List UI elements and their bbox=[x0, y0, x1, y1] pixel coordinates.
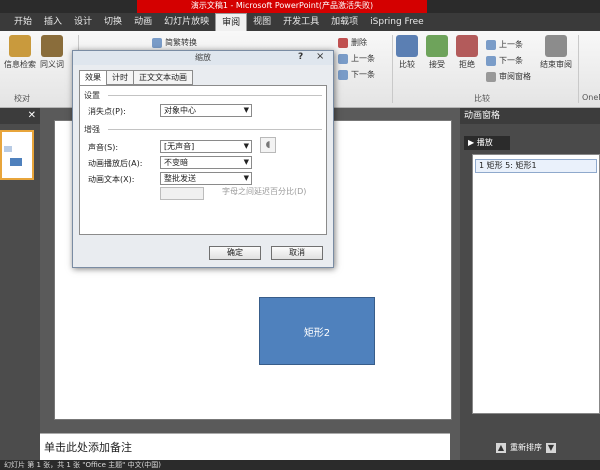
play-button[interactable]: ▶ 播放 bbox=[464, 136, 510, 150]
next-icon bbox=[486, 55, 496, 66]
help-icon[interactable]: ? bbox=[298, 52, 303, 62]
research-icon bbox=[9, 35, 31, 57]
tab-animations[interactable]: 动画 bbox=[128, 13, 158, 31]
group-separator bbox=[578, 35, 579, 103]
reviewing-pane-button[interactable]: 审阅窗格 bbox=[486, 71, 531, 82]
tab-design[interactable]: 设计 bbox=[68, 13, 98, 31]
compare-button[interactable]: 比较 bbox=[396, 35, 418, 70]
tab-view[interactable]: 视图 bbox=[247, 13, 277, 31]
group-label-compare: 比较 bbox=[474, 94, 490, 103]
section-settings: 设置 bbox=[84, 91, 100, 100]
tab-insert[interactable]: 插入 bbox=[38, 13, 68, 31]
reject-icon bbox=[456, 35, 478, 57]
animation-item[interactable]: 1 矩形 5: 矩形1 bbox=[475, 159, 597, 173]
chevron-down-icon: ▼ bbox=[243, 174, 249, 182]
tab-text-animation[interactable]: 正文文本动画 bbox=[133, 70, 193, 85]
tab-home[interactable]: 开始 bbox=[8, 13, 38, 31]
animation-pane: 动画窗格 ▶ 播放 1 矩形 5: 矩形1 ▲ 重新排序 ▼ bbox=[460, 108, 600, 460]
thesaurus-button[interactable]: 同义词 bbox=[40, 35, 64, 70]
move-down-icon[interactable]: ▼ bbox=[546, 442, 556, 453]
close-pane-icon[interactable]: ✕ bbox=[0, 108, 40, 124]
group-label-proofing: 校对 bbox=[14, 94, 30, 103]
chevron-down-icon: ▼ bbox=[243, 158, 249, 166]
reorder-controls: ▲ 重新排序 ▼ bbox=[496, 442, 556, 453]
sound-label: 声音(S): bbox=[88, 143, 119, 152]
delete-comment-button[interactable]: 删除 bbox=[338, 37, 367, 48]
tab-timing[interactable]: 计时 bbox=[106, 70, 134, 85]
animation-list: 1 矩形 5: 矩形1 bbox=[472, 154, 600, 414]
slide-thumbnail-pane: ✕ bbox=[0, 108, 40, 460]
next-comment-button[interactable]: 下一条 bbox=[338, 69, 375, 80]
tab-ispring[interactable]: iSpring Free bbox=[364, 13, 430, 31]
reorder-label: 重新排序 bbox=[510, 443, 542, 452]
divider bbox=[108, 95, 322, 96]
effect-options-dialog: 缩放 ? × 效果 计时 正文文本动画 设置 消失点(P): 对象中心 ▼ 增强… bbox=[72, 50, 334, 268]
title-bar: 演示文稿1 - Microsoft PowerPoint(产品激活失败) bbox=[0, 0, 600, 13]
tab-addins[interactable]: 加载项 bbox=[325, 13, 364, 31]
slide-thumbnail[interactable] bbox=[0, 130, 34, 180]
tab-transitions[interactable]: 切换 bbox=[98, 13, 128, 31]
dialog-title: 缩放 bbox=[73, 51, 333, 65]
rectangle-shape[interactable]: 矩形2 bbox=[259, 297, 375, 365]
thesaurus-icon bbox=[41, 35, 63, 57]
accept-icon bbox=[426, 35, 448, 57]
tab-developer[interactable]: 开发工具 bbox=[277, 13, 325, 31]
chevron-down-icon: ▼ bbox=[243, 142, 249, 150]
close-icon[interactable]: × bbox=[316, 51, 324, 62]
chevron-down-icon: ▼ bbox=[243, 106, 249, 114]
ok-button[interactable]: 确定 bbox=[209, 246, 261, 260]
ribbon-tabs: 开始 插入 设计 切换 动画 幻灯片放映 审阅 视图 开发工具 加载项 iSpr… bbox=[0, 13, 600, 31]
tab-slideshow[interactable]: 幻灯片放映 bbox=[158, 13, 215, 31]
previous-change-button[interactable]: 上一条 bbox=[486, 39, 523, 50]
compare-icon bbox=[396, 35, 418, 57]
after-animation-label: 动画播放后(A): bbox=[88, 159, 143, 168]
pane-icon bbox=[486, 71, 496, 82]
next-change-button[interactable]: 下一条 bbox=[486, 55, 523, 66]
convert-icon bbox=[152, 37, 162, 48]
thumbnail-shape bbox=[10, 158, 22, 166]
reject-button[interactable]: 拒绝 bbox=[456, 35, 478, 70]
animate-text-label: 动画文本(X): bbox=[88, 175, 135, 184]
animate-text-select[interactable]: 整批发送 ▼ bbox=[160, 172, 252, 185]
group-separator bbox=[392, 35, 393, 103]
simplified-traditional-button[interactable]: 简繁转换 bbox=[152, 37, 197, 48]
end-review-icon bbox=[545, 35, 567, 57]
previous-icon bbox=[486, 39, 496, 50]
previous-icon bbox=[338, 53, 348, 64]
vanishing-point-select[interactable]: 对象中心 ▼ bbox=[160, 104, 252, 117]
dialog-body: 设置 消失点(P): 对象中心 ▼ 增强 声音(S): [无声音] ▼ ◖ 动画… bbox=[79, 85, 327, 235]
after-animation-select[interactable]: 不变暗 ▼ bbox=[160, 156, 252, 169]
animation-pane-title: 动画窗格 bbox=[460, 108, 600, 124]
end-review-button[interactable]: 结束审阅 bbox=[540, 35, 572, 70]
status-bar: 幻灯片 第 1 张，共 1 张 "Office 主题" 中文(中国) bbox=[0, 460, 600, 470]
thumbnail-shape bbox=[4, 146, 12, 152]
speaker-icon[interactable]: ◖ bbox=[260, 137, 276, 153]
next-icon bbox=[338, 69, 348, 80]
previous-comment-button[interactable]: 上一条 bbox=[338, 53, 375, 64]
accept-button[interactable]: 接受 bbox=[426, 35, 448, 70]
vanishing-point-label: 消失点(P): bbox=[88, 107, 126, 116]
divider bbox=[108, 129, 322, 130]
letter-delay-spinner[interactable] bbox=[160, 187, 204, 200]
tab-effect[interactable]: 效果 bbox=[79, 70, 107, 86]
notes-placeholder[interactable]: 单击此处添加备注 bbox=[40, 433, 450, 460]
window-title: 演示文稿1 - Microsoft PowerPoint(产品激活失败) bbox=[137, 0, 427, 13]
letter-delay-label: 字母之间延迟百分比(D) bbox=[222, 187, 307, 196]
group-label-onenote: OneN bbox=[582, 93, 600, 102]
dialog-tabs: 效果 计时 正文文本动画 bbox=[79, 70, 193, 86]
delete-icon bbox=[338, 37, 348, 48]
sound-select[interactable]: [无声音] ▼ bbox=[160, 140, 252, 153]
move-up-icon[interactable]: ▲ bbox=[496, 442, 506, 453]
cancel-button[interactable]: 取消 bbox=[271, 246, 323, 260]
section-enhancements: 增强 bbox=[84, 125, 100, 134]
research-button[interactable]: 信息检索 bbox=[4, 35, 36, 70]
tab-review[interactable]: 审阅 bbox=[215, 13, 248, 31]
